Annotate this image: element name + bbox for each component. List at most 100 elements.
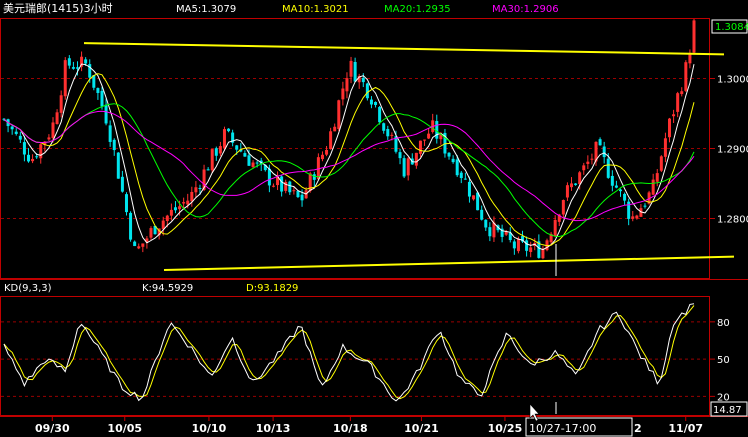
candle-body	[186, 200, 190, 205]
candle-body	[361, 77, 365, 83]
candle-body	[418, 140, 422, 154]
candle-body	[243, 153, 247, 157]
candle-body	[623, 193, 627, 201]
candle-body	[565, 185, 569, 198]
candle-body	[382, 123, 386, 131]
candle-body	[104, 104, 108, 124]
candle-body	[267, 168, 271, 186]
candle-body	[271, 185, 275, 187]
candle-body	[35, 156, 39, 158]
candle-body	[606, 158, 610, 178]
x-tick-label: 10/05	[107, 422, 142, 435]
kline-chart[interactable]: 1.30001.29001.2800 805020 美元瑞郎(1415)3小时 …	[0, 0, 748, 437]
candle-body	[124, 194, 128, 213]
x-tick-label: 09/30	[35, 422, 70, 435]
candle-body	[455, 159, 459, 176]
candle-body	[71, 67, 75, 69]
candle-body	[374, 102, 378, 106]
candle-body	[255, 162, 259, 164]
candle-body	[235, 145, 239, 150]
candle-body	[451, 158, 455, 163]
x-tick-label: 10/21	[404, 422, 439, 435]
support-trendline	[163, 255, 735, 271]
candle-body	[353, 61, 357, 82]
candle-body	[112, 139, 116, 151]
kd-tick-label: 50	[717, 355, 730, 366]
candle-body	[631, 216, 635, 219]
candle-body	[655, 173, 659, 182]
candle-body	[525, 240, 529, 251]
candle-body	[586, 161, 590, 164]
candle-body	[635, 215, 639, 219]
candle-body	[651, 179, 655, 195]
candle-body	[676, 93, 680, 112]
kd-lines	[3, 303, 695, 402]
cursor-time-label: 10/27-17:00	[529, 422, 596, 435]
candle-body	[414, 152, 418, 166]
candle-body	[22, 142, 26, 155]
candle-body	[120, 176, 124, 192]
candle-body	[133, 241, 137, 247]
candle-body	[222, 129, 226, 148]
candle-body	[333, 126, 337, 132]
candle-body	[463, 178, 467, 180]
candle-body	[467, 181, 471, 197]
candle-body	[300, 194, 304, 201]
candle-body	[194, 187, 198, 193]
candle-body	[590, 158, 594, 160]
candle-body	[427, 133, 431, 139]
candle-body	[390, 134, 394, 136]
price-axis: 1.3000 1.2900 1.2800	[709, 75, 748, 226]
candle-body	[480, 209, 484, 220]
candle-body	[476, 192, 480, 211]
candle-body	[169, 209, 173, 216]
candle-body	[288, 181, 292, 193]
indicator-panel-frame	[0, 296, 710, 416]
candle-body	[614, 185, 618, 188]
partial-x-label: 2	[634, 422, 642, 435]
candle-body	[296, 190, 300, 198]
candle-body	[39, 144, 43, 159]
candle-body	[108, 125, 112, 142]
candle-body	[472, 195, 476, 200]
price-tick-label: 1.2800	[717, 215, 748, 226]
candle-body	[63, 60, 67, 97]
candle-body	[55, 112, 59, 125]
candle-body	[141, 243, 145, 247]
kd-tick-label: 80	[717, 318, 730, 329]
candle-body	[337, 100, 341, 129]
candle-body	[406, 158, 410, 176]
candle-body	[516, 238, 520, 252]
candle-body	[692, 20, 696, 53]
x-tick-label: 10/13	[256, 422, 291, 435]
chart-title: 美元瑞郎(1415)3小时	[3, 1, 113, 15]
candle-body	[582, 165, 586, 171]
candle-body	[349, 60, 353, 77]
x-tick-label: 10/10	[192, 422, 227, 435]
candle-body	[47, 137, 51, 140]
d-line	[3, 305, 695, 400]
candle-body	[280, 176, 284, 192]
candle-body	[312, 174, 316, 180]
candle-body	[341, 88, 345, 100]
candle-body	[529, 247, 533, 252]
candle-body	[75, 67, 79, 69]
candle-body	[435, 121, 439, 139]
ma10-label: MA10:1.3021	[282, 4, 349, 15]
candle-body	[484, 219, 488, 228]
candle-body	[329, 131, 333, 150]
candle-body	[561, 200, 565, 215]
candle-body	[165, 215, 169, 222]
candle-body	[369, 99, 373, 105]
candle-body	[610, 175, 614, 186]
candle-body	[26, 154, 30, 162]
candle-body	[423, 139, 427, 141]
candle-body	[210, 149, 214, 171]
candle-body	[345, 78, 349, 92]
candle-body	[190, 191, 194, 202]
candle-body	[173, 207, 177, 211]
ma-line-ma5	[3, 63, 695, 251]
candle-body	[10, 126, 14, 130]
candle-body	[512, 241, 516, 249]
candle-body	[378, 107, 382, 123]
